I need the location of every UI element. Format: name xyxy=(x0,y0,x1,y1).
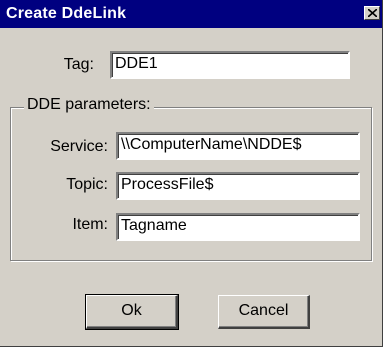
ok-button[interactable]: Ok xyxy=(85,294,179,330)
service-label: Service: xyxy=(50,138,108,155)
service-field[interactable]: \\ComputerName\NDDE$ xyxy=(116,132,360,160)
dde-parameters-legend: DDE parameters: xyxy=(24,96,154,114)
close-button[interactable] xyxy=(364,6,380,20)
cancel-button[interactable]: Cancel xyxy=(218,295,310,329)
tag-field[interactable]: DDE1 xyxy=(110,51,350,79)
topic-field[interactable]: ProcessFile$ xyxy=(116,172,360,200)
tag-label: Tag: xyxy=(63,56,94,73)
item-label: Item: xyxy=(72,216,108,233)
title-bar[interactable]: Create DdeLink xyxy=(0,0,382,28)
create-ddelink-dialog: Create DdeLink Tag: DDE1 DDE parameters:… xyxy=(0,0,383,347)
item-field[interactable]: Tagname xyxy=(116,213,360,241)
close-icon xyxy=(368,9,377,17)
topic-label: Topic: xyxy=(66,176,108,193)
dialog-title: Create DdeLink xyxy=(6,5,127,22)
